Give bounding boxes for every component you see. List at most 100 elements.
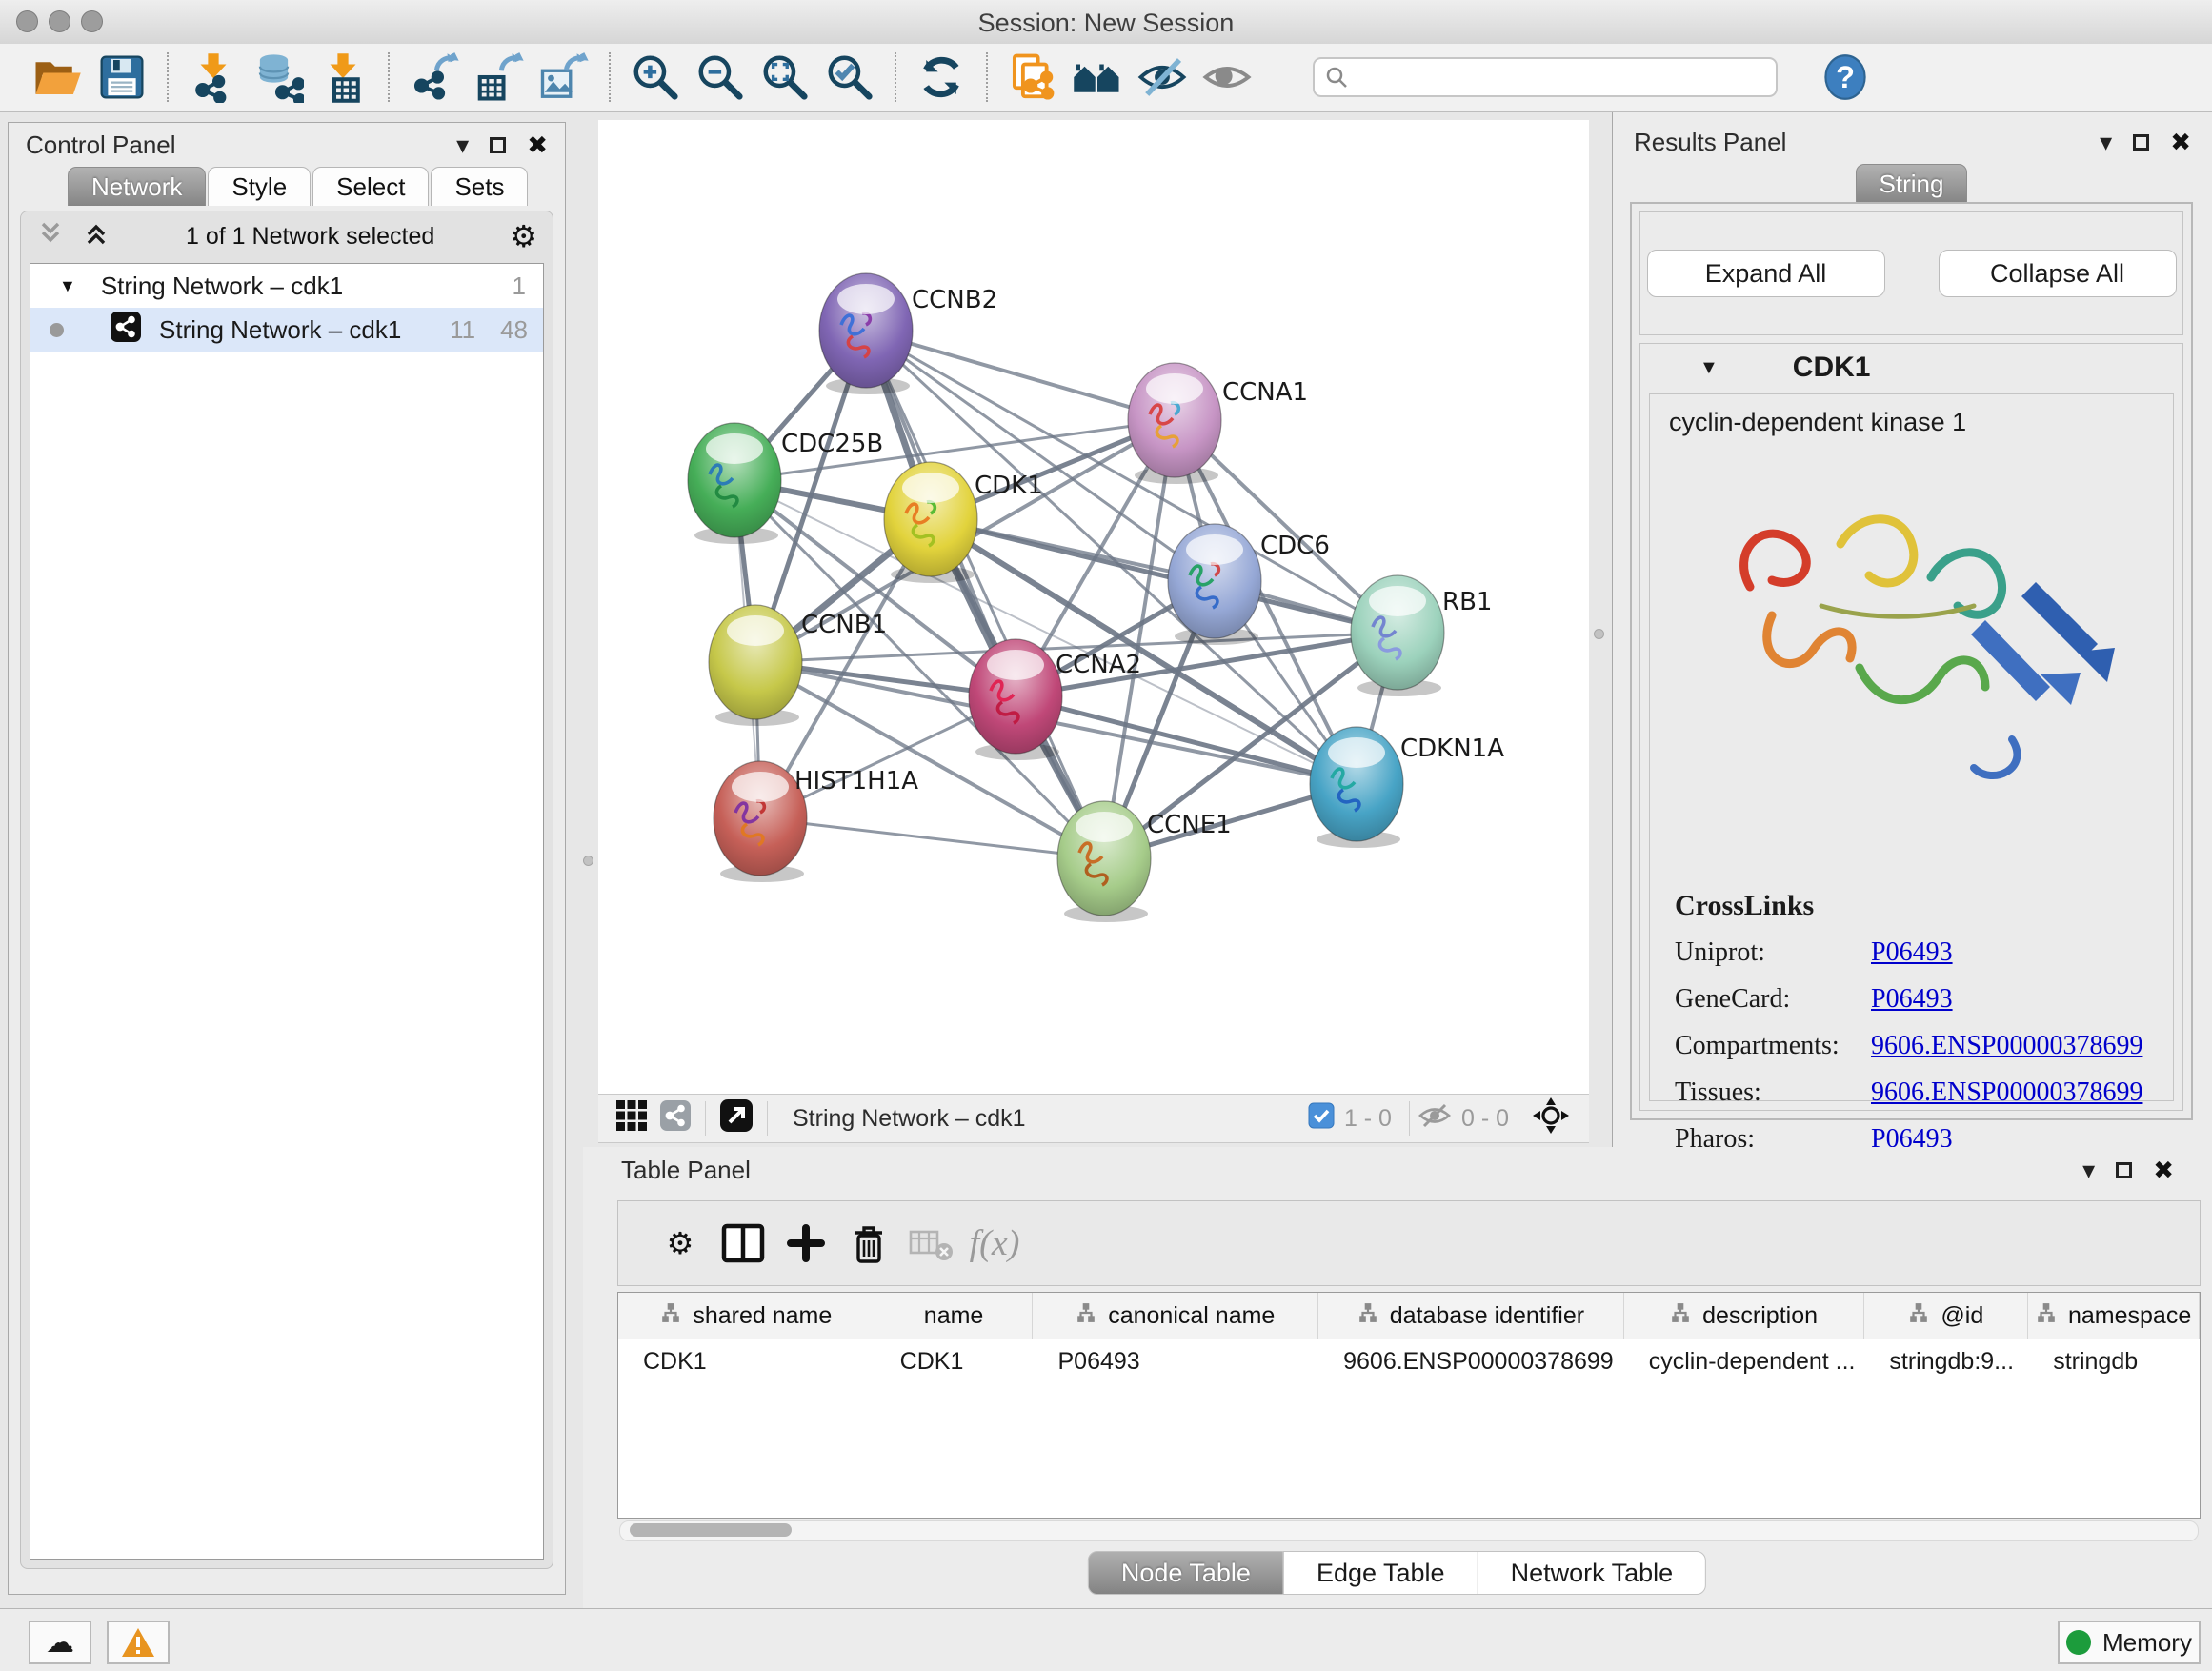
refresh-button[interactable] — [914, 50, 969, 105]
search-input[interactable] — [1313, 57, 1778, 97]
right-splitter-handle[interactable] — [1594, 629, 1604, 639]
string-network-badge-icon[interactable] — [659, 1099, 692, 1138]
help-button[interactable]: ? — [1818, 50, 1873, 105]
network-node-CCNB2[interactable]: CCNB2 — [819, 273, 997, 394]
column-header-namespace[interactable]: namespace — [2028, 1293, 2200, 1339]
add-column-icon[interactable] — [774, 1215, 837, 1272]
network-edge-CCNE1-HIST1H1A[interactable] — [760, 818, 1104, 858]
import-network-button[interactable] — [186, 50, 241, 105]
expand-all-networks-icon[interactable] — [82, 219, 111, 254]
hidden-eye-icon[interactable] — [1418, 1101, 1452, 1137]
tab-network-table[interactable]: Network Table — [1478, 1551, 1707, 1595]
tab-label: Sets — [454, 172, 504, 202]
gene-section-header[interactable]: ▼ CDK1 — [1640, 344, 2182, 392]
network-options-gear-icon[interactable]: ⚙ — [510, 221, 537, 252]
tab-edge-table[interactable]: Edge Table — [1283, 1551, 1478, 1595]
table-cell[interactable]: stringdb:9... — [1864, 1348, 2028, 1376]
results-panel-close-icon[interactable]: ✖ — [2170, 130, 2191, 154]
import-database-button[interactable] — [251, 50, 306, 105]
birds-eye-view-icon[interactable] — [1532, 1097, 1570, 1141]
crosslink-link[interactable]: 9606.ENSP00000378699 — [1871, 1077, 2142, 1108]
network-row[interactable]: String Network – cdk1 11 48 — [30, 308, 543, 352]
column-header-database-identifier[interactable]: database identifier — [1318, 1293, 1624, 1339]
collapse-all-networks-icon[interactable] — [36, 219, 65, 254]
search-text-field[interactable] — [1357, 63, 1766, 91]
results-panel-float-icon[interactable] — [2133, 134, 2149, 151]
network-collection-row[interactable]: ▼ String Network – cdk1 1 — [30, 264, 543, 308]
column-header-description[interactable]: description — [1624, 1293, 1865, 1339]
tab-sets[interactable]: Sets — [431, 167, 528, 206]
function-builder-icon[interactable]: f(x) — [963, 1215, 1026, 1272]
warnings-button[interactable] — [107, 1621, 170, 1664]
table-panel-float-icon[interactable] — [2116, 1162, 2132, 1178]
table-cell[interactable]: cyclin-dependent ... — [1624, 1348, 1865, 1376]
table-cell[interactable]: P06493 — [1033, 1348, 1318, 1376]
column-header-@id[interactable]: @id — [1864, 1293, 2028, 1339]
cloud-status-button[interactable]: ☁ — [29, 1621, 91, 1664]
import-table-button[interactable] — [315, 50, 371, 105]
gene-section-expander-icon[interactable]: ▼ — [1699, 357, 1719, 379]
expand-all-button[interactable]: Expand All — [1647, 250, 1885, 297]
column-header-name[interactable]: name — [875, 1293, 1034, 1339]
clone-network-button[interactable] — [1005, 50, 1060, 105]
tab-style[interactable]: Style — [208, 167, 311, 206]
zoom-selected-button[interactable] — [822, 50, 877, 105]
zoom-out-button[interactable] — [693, 50, 748, 105]
network-node-CCNA2[interactable]: CCNA2 — [969, 639, 1141, 760]
crosslink-link[interactable]: 9606.ENSP00000378699 — [1871, 1031, 2142, 1061]
control-panel-float-icon[interactable] — [490, 137, 506, 153]
export-network-button[interactable] — [407, 50, 462, 105]
network-node-RB1[interactable]: RB1 — [1351, 575, 1492, 696]
table-cell[interactable]: 9606.ENSP00000378699 — [1318, 1348, 1624, 1376]
crosslink-link[interactable]: P06493 — [1871, 937, 1953, 968]
network-node-HIST1H1A[interactable]: HIST1H1A — [714, 761, 918, 882]
save-session-button[interactable] — [94, 50, 150, 105]
gene-name: CDK1 — [1793, 352, 1871, 384]
collection-expander-icon[interactable]: ▼ — [59, 276, 76, 296]
tab-node-table[interactable]: Node Table — [1088, 1551, 1284, 1595]
grid-view-icon[interactable] — [615, 1099, 648, 1138]
tab-select[interactable]: Select — [312, 167, 429, 206]
delete-table-icon[interactable] — [900, 1215, 963, 1272]
results-panel-menu-icon[interactable]: ▾ — [2100, 130, 2112, 154]
tab-string[interactable]: String — [1856, 164, 1968, 203]
tab-network[interactable]: Network — [68, 167, 206, 206]
column-header-shared-name[interactable]: shared name — [618, 1293, 875, 1339]
hide-selected-button[interactable] — [1135, 50, 1190, 105]
export-image-button[interactable] — [536, 50, 592, 105]
left-splitter-handle[interactable] — [583, 856, 593, 866]
delete-column-trash-icon[interactable] — [837, 1215, 900, 1272]
network-node-CDKN1A[interactable]: CDKN1A — [1310, 727, 1504, 848]
show-hidden-button[interactable] — [1199, 50, 1255, 105]
table-horizontal-scrollbar[interactable] — [619, 1520, 2199, 1541]
table-panel-close-icon[interactable]: ✖ — [2153, 1158, 2174, 1182]
collapse-all-button[interactable]: Collapse All — [1939, 250, 2177, 297]
table-cell[interactable]: stringdb — [2028, 1348, 2200, 1376]
network-canvas[interactable]: CCNB2CCNA1CDC25BCDK1CDC6RB1CCNB1CCNA2CDK… — [598, 120, 1589, 1094]
table-cell[interactable]: CDK1 — [618, 1348, 875, 1376]
show-column-panel-icon[interactable] — [712, 1215, 774, 1272]
zoom-fit-button[interactable] — [757, 50, 813, 105]
control-panel-menu-icon[interactable]: ▾ — [456, 132, 469, 157]
export-table-button[interactable] — [472, 50, 527, 105]
network-node-CCNE1[interactable]: CCNE1 — [1057, 801, 1232, 922]
open-session-button[interactable] — [30, 50, 85, 105]
table-row[interactable]: CDK1CDK1P064939606.ENSP00000378699cyclin… — [618, 1339, 2200, 1383]
memory-button[interactable]: Memory — [2058, 1621, 2201, 1664]
crosslink-link[interactable]: P06493 — [1871, 984, 1953, 1015]
table-cell[interactable]: CDK1 — [875, 1348, 1034, 1376]
table-panel-menu-icon[interactable]: ▾ — [2082, 1158, 2095, 1182]
network-node-CCNA1[interactable]: CCNA1 — [1128, 363, 1308, 484]
zoom-in-button[interactable] — [628, 50, 683, 105]
open-in-new-window-icon[interactable] — [719, 1098, 754, 1139]
network-node-CDC25B[interactable]: CDC25B — [688, 423, 883, 544]
network-node-CCNB1[interactable]: CCNB1 — [709, 605, 887, 726]
scrollbar-thumb[interactable] — [630, 1523, 792, 1537]
column-header-canonical-name[interactable]: canonical name — [1033, 1293, 1318, 1339]
table-options-gear-icon[interactable]: ⚙ — [649, 1215, 712, 1272]
home-button[interactable] — [1070, 50, 1125, 105]
network-node-CDC6[interactable]: CDC6 — [1168, 524, 1330, 645]
control-panel-close-icon[interactable]: ✖ — [527, 132, 548, 157]
network-edge-CCNB2-CCNA1[interactable] — [866, 331, 1175, 420]
selected-checkbox-icon[interactable] — [1308, 1102, 1335, 1136]
